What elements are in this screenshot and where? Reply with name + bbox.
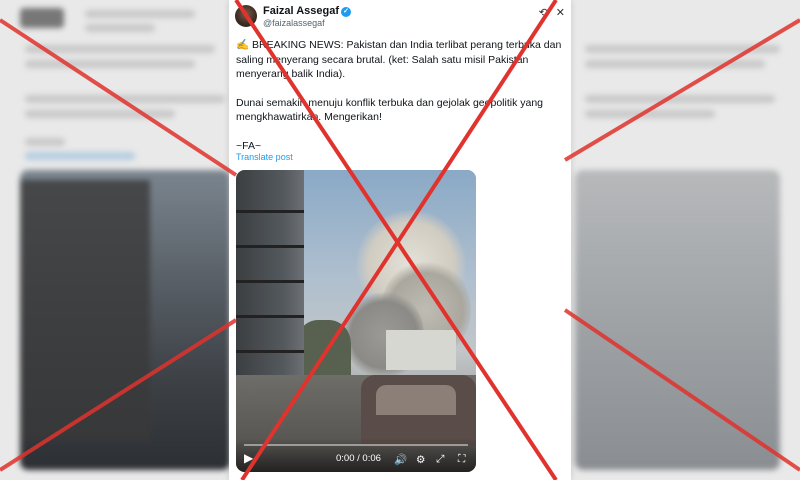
play-icon[interactable]: ▶: [244, 451, 253, 465]
video-controls: ▶ 0:00 / 0:06 🔊 ⚙ ⤢ ⛶: [236, 438, 476, 472]
post-paragraph: Dunai semakin menuju konflik terbuka dan…: [236, 96, 546, 124]
verified-badge-icon: ✓: [341, 7, 352, 17]
settings-icon[interactable]: ⚙: [416, 454, 425, 466]
background-text-line: [85, 10, 195, 18]
avatar[interactable]: [235, 5, 257, 27]
author-name-text: Faizal Assegaf: [263, 5, 340, 17]
background-video: [20, 170, 230, 470]
post-card: Faizal Assegaf ✓ @faizalassegaf ⟲ ✕ ✍️ BRE…: [229, 0, 571, 480]
background-avatar: [20, 8, 64, 28]
post-signature: ~FA~: [236, 139, 262, 152]
header-actions: ⟲ ✕: [531, 6, 565, 19]
background-text-line: [25, 45, 215, 53]
author-name[interactable]: Faizal Assegaf ✓: [263, 5, 352, 17]
video-time: 0:00 / 0:06: [336, 453, 381, 464]
grok-icon[interactable]: ⟲: [539, 7, 548, 19]
background-text-line: [585, 95, 775, 103]
background-video: [575, 170, 780, 470]
post-paragraph: ✍️ BREAKING NEWS: Pakistan dan India ter…: [236, 39, 565, 80]
car-roof: [376, 385, 456, 415]
fullscreen-icon[interactable]: ⛶: [458, 453, 465, 466]
progress-bar[interactable]: [244, 444, 468, 446]
volume-icon[interactable]: 🔊: [394, 453, 407, 466]
trees: [296, 320, 351, 380]
distant-building: [386, 330, 456, 370]
background-text-line: [25, 110, 175, 118]
background-text-line: [585, 110, 715, 118]
post-header: Faizal Assegaf ✓ @faizalassegaf ⟲ ✕: [235, 4, 565, 30]
author-handle[interactable]: @faizalassegaf: [263, 18, 325, 28]
video-player[interactable]: ▶ 0:00 / 0:06 🔊 ⚙ ⤢ ⛶: [236, 170, 476, 472]
close-icon[interactable]: ✕: [556, 7, 565, 19]
background-text-line: [25, 138, 65, 146]
background-text-line: [585, 45, 780, 53]
background-text-line: [25, 152, 135, 160]
background-text-line: [585, 60, 765, 68]
background-text-line: [85, 24, 155, 32]
expand-icon[interactable]: ⤢: [436, 453, 444, 466]
translate-post-link[interactable]: Translate post: [236, 152, 293, 162]
post-body: ✍️ BREAKING NEWS: Pakistan dan India ter…: [236, 38, 564, 167]
background-text-line: [25, 60, 195, 68]
background-text-line: [25, 95, 225, 103]
